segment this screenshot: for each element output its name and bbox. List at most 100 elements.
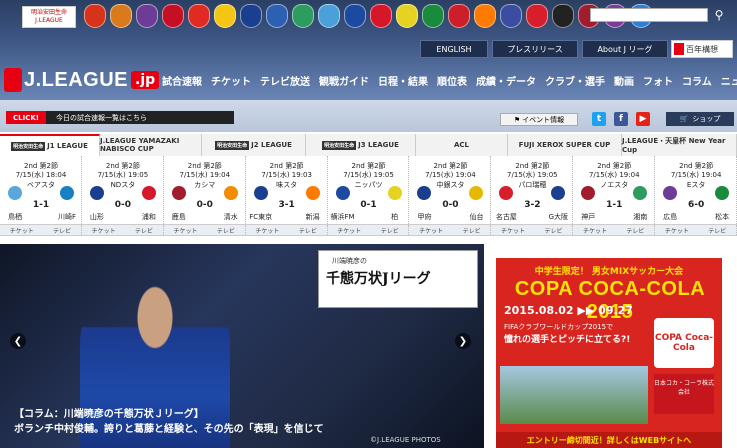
club-crest-icon[interactable] [110, 4, 132, 28]
match-card[interactable]: 2nd 第2節 7/15(水) 19:03 味スタ FC東京 3-1 新潟 [246, 156, 328, 224]
facebook-icon[interactable]: f [614, 112, 628, 126]
tv-link[interactable]: テレビ [626, 226, 644, 235]
club-crest-icon[interactable] [500, 4, 522, 28]
search-icon[interactable]: ⚲ [710, 6, 728, 24]
match-card[interactable]: 2nd 第2節 7/15(水) 19:04 Eスタ 広島 6-0 松本 [655, 156, 737, 224]
vision-link[interactable]: 百年構想 [671, 40, 733, 58]
nav-item[interactable]: 日程・結果 [378, 73, 428, 88]
tv-link[interactable]: テレビ [381, 226, 399, 235]
club-crest-icon[interactable] [214, 4, 236, 28]
tv-link[interactable]: テレビ [544, 226, 562, 235]
nav-item[interactable]: テレビ放送 [260, 73, 310, 88]
nav-item[interactable]: コラム [682, 73, 712, 88]
tv-link[interactable]: テレビ [53, 226, 71, 235]
match-venue: ニッパツ [354, 181, 383, 189]
club-crest-icon[interactable] [240, 4, 262, 28]
prev-arrow-icon[interactable]: ❮ [10, 333, 26, 349]
event-info-button[interactable]: ⚑ イベント情報 [500, 113, 578, 126]
logo-suffix: .jp [131, 71, 160, 89]
ad-sub1: FIFAクラブワールドカップ2015で [504, 323, 614, 331]
youtube-icon[interactable]: ▶ [636, 112, 650, 126]
ticket-link[interactable]: チケット [665, 226, 689, 235]
press-release-button[interactable]: プレスリリース [492, 40, 578, 58]
match-card[interactable]: 2nd 第2節 7/15(水) 18:04 ベアスタ 鳥栖 1-1 川崎F [0, 156, 82, 224]
match-card[interactable]: 2nd 第2節 7/15(水) 19:04 中銀スタ 甲府 0-0 仙台 [409, 156, 492, 224]
tv-link[interactable]: テレビ [299, 226, 317, 235]
competition-tab[interactable]: J.LEAGUE YAMAZAKI NABISCO CUP [100, 134, 202, 156]
club-crest-icon[interactable] [292, 4, 314, 28]
match-card[interactable]: 2nd 第2節 7/15(水) 19:05 パロ瑞穂 名古屋 3-2 G大阪 [491, 156, 574, 224]
ticket-link[interactable]: チケット [583, 226, 607, 235]
nav-item[interactable]: クラブ・選手 [545, 73, 605, 88]
ticket-link[interactable]: チケット [10, 226, 34, 235]
click-badge[interactable]: CLICK! [6, 111, 46, 124]
ticket-link[interactable]: チケット [419, 226, 443, 235]
home-team: 名古屋 [495, 213, 517, 221]
away-team: 浦和 [141, 213, 156, 221]
nav-item[interactable]: ニュース [721, 73, 737, 88]
ticket-link[interactable]: チケット [337, 226, 361, 235]
match-card[interactable]: 2nd 第2節 7/15(水) 19:04 ノエスタ 神戸 1-1 湘南 [573, 156, 656, 224]
nav-item[interactable]: チケット [211, 73, 251, 88]
jleague-logo[interactable]: J.LEAGUE .jp [4, 66, 160, 94]
about-jleague-button[interactable]: About J リーグ [582, 40, 668, 58]
nav-item[interactable]: フォト [643, 73, 673, 88]
hero-caption-title[interactable]: 【コラム：川端暁彦の千態万状Ｊリーグ】 [14, 405, 204, 420]
club-crest-icon[interactable] [344, 4, 366, 28]
tv-link[interactable]: テレビ [463, 226, 481, 235]
nav-item[interactable]: 成績・データ [476, 73, 536, 88]
club-crest-icon[interactable] [422, 4, 444, 28]
competition-tab[interactable]: 明治安田生命 J1 LEAGUE [0, 134, 100, 156]
shop-button[interactable]: 🛒 ショップ [666, 112, 734, 126]
competition-tab[interactable]: FUJI XEROX SUPER CUP [508, 134, 622, 156]
competition-tab[interactable]: J.LEAGUE・天皇杯 New Year Cup [622, 134, 737, 156]
nav-item[interactable]: 動画 [614, 73, 634, 88]
match-venue: ベアスタ [27, 181, 55, 189]
ticket-link[interactable]: チケット [173, 226, 197, 235]
ad-entry-link[interactable]: エントリー締切間近！詳しくはWEBサイトへ [496, 432, 722, 448]
next-arrow-icon[interactable]: ❯ [455, 333, 471, 349]
club-crest-icon[interactable] [526, 4, 548, 28]
club-crest-icon[interactable] [188, 4, 210, 28]
competition-tab[interactable]: ACL [416, 134, 508, 156]
ad-sponsor-badge: 日本コカ・コーラ株式会社 [654, 374, 714, 414]
ticket-link[interactable]: チケット [501, 226, 525, 235]
club-crest-icon[interactable] [396, 4, 418, 28]
ticket-link[interactable]: チケット [92, 226, 116, 235]
club-crest-icon[interactable] [136, 4, 158, 28]
hero-caption-subtitle[interactable]: ボランチ中村俊輔。誇りと葛藤と経験と、その先の「表現」を信じて [14, 420, 324, 435]
club-crest-icon[interactable] [84, 4, 106, 28]
nav-item[interactable]: 順位表 [437, 73, 467, 88]
search-input[interactable] [590, 8, 708, 22]
match-links: チケット テレビ [409, 225, 492, 235]
coca-cola-ad[interactable]: 中学生限定！ 男女MIXサッカー大会 COPA COCA-COLA 2015 2… [496, 258, 722, 448]
match-score: 3-2 [524, 200, 541, 210]
match-card[interactable]: 2nd 第2節 7/15(水) 19:05 ニッパツ 横浜FM 0-1 柏 [328, 156, 410, 224]
twitter-icon[interactable]: t [592, 112, 606, 126]
club-crest-icon[interactable] [448, 4, 470, 28]
match-venue: パロ瑞穂 [518, 181, 547, 189]
today-matches-link[interactable]: 今日の試合速報一覧はこちら [46, 111, 234, 124]
club-crest-icon[interactable] [474, 4, 496, 28]
nav-item[interactable]: 試合速報 [162, 73, 202, 88]
match-card[interactable]: 2nd 第2節 7/15(水) 19:05 NDスタ 山形 0-0 浦和 [82, 156, 164, 224]
tv-link[interactable]: テレビ [217, 226, 235, 235]
tv-link[interactable]: テレビ [135, 226, 153, 235]
club-crest-icon[interactable] [266, 4, 288, 28]
club-crest-icon[interactable] [162, 4, 184, 28]
sponsor-logo[interactable]: 明治安田生命 J.LEAGUE [22, 6, 76, 28]
tab-label: J1 LEAGUE [47, 142, 88, 150]
home-team: 甲府 [417, 213, 432, 221]
ticket-link[interactable]: チケット [255, 226, 279, 235]
match-card[interactable]: 2nd 第2節 7/15(水) 19:04 カシマ 鹿島 0-0 清水 [164, 156, 246, 224]
competition-tab[interactable]: 明治安田生命 J3 LEAGUE [306, 134, 416, 156]
club-crest-icon[interactable] [552, 4, 574, 28]
competition-tab[interactable]: 明治安田生命 J2 LEAGUE [202, 134, 306, 156]
nav-item[interactable]: 観戦ガイド [319, 73, 369, 88]
event-label: イベント情報 [522, 115, 565, 124]
club-crest-icon[interactable] [370, 4, 392, 28]
match-venue: 中銀スタ [436, 181, 465, 189]
tv-link[interactable]: テレビ [708, 226, 726, 235]
club-crest-icon[interactable] [318, 4, 340, 28]
english-button[interactable]: ENGLISH [420, 40, 488, 58]
